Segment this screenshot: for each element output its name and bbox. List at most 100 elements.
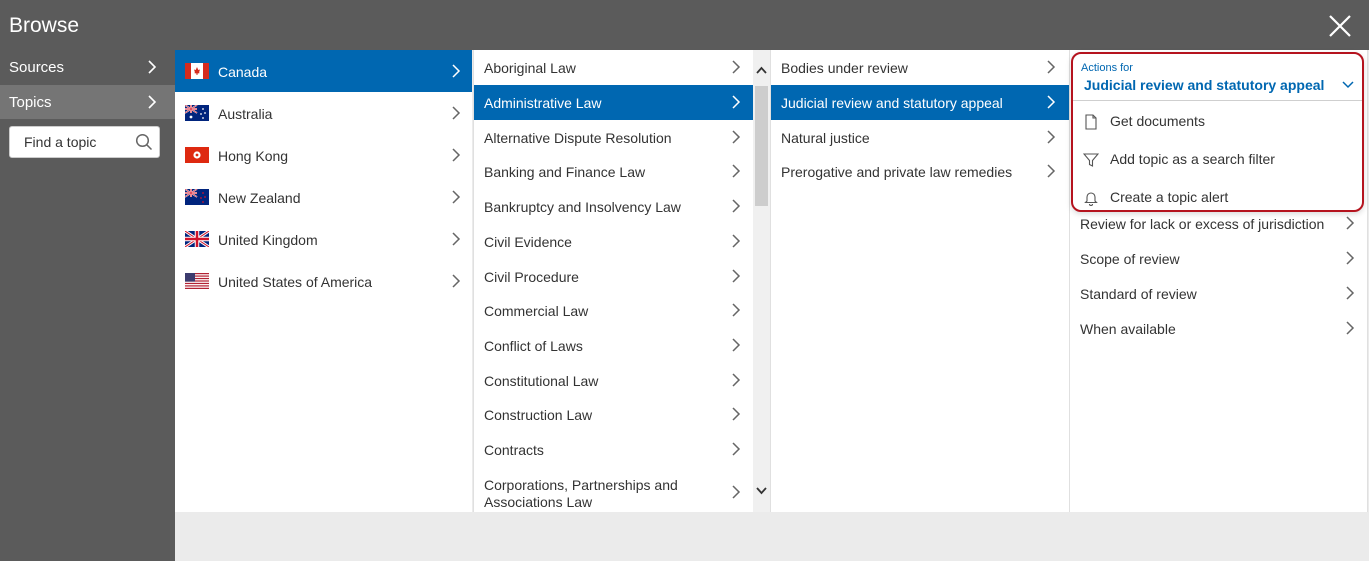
chevron-down-icon[interactable] — [1342, 80, 1354, 90]
nav-item-topics[interactable]: Topics — [0, 85, 175, 119]
topic-item[interactable]: Construction Law — [474, 400, 753, 435]
subtopic-item[interactable]: Judicial review and statutory appeal — [771, 85, 1069, 120]
action-label: Get documents — [1110, 113, 1205, 129]
chevron-right-icon — [148, 60, 157, 74]
empty-area — [175, 512, 1369, 561]
jurisdiction-item[interactable]: Australia — [175, 92, 472, 134]
chevron-right-icon — [1047, 60, 1056, 74]
topic-item[interactable]: Constitutional Law — [474, 365, 753, 400]
jurisdiction-item[interactable]: Hong Kong — [175, 134, 472, 176]
subtopic-list: Bodies under review Judicial review and … — [770, 50, 1069, 512]
topic-label: Administrative Law — [484, 95, 602, 111]
topic-label: Conflict of Laws — [484, 338, 583, 354]
jurisdiction-item[interactable]: United Kingdom — [175, 218, 472, 260]
find-topic-input[interactable] — [10, 127, 130, 157]
topic-search — [9, 126, 160, 158]
chevron-right-icon — [452, 190, 461, 204]
chevron-right-icon — [732, 303, 741, 317]
page-title: Browse — [9, 14, 80, 37]
jurisdiction-item[interactable]: New Zealand — [175, 176, 472, 218]
chevron-right-icon — [732, 199, 741, 213]
nav-item-label: Sources — [9, 59, 65, 76]
chevron-right-icon — [732, 130, 741, 144]
topic-label: Contracts — [484, 442, 544, 458]
subtopic-item[interactable]: Prerogative and private law remedies — [771, 155, 1069, 190]
topic-item[interactable]: Administrative Law — [474, 85, 753, 120]
canada-flag — [185, 63, 209, 79]
actions-topic-title: Judicial review and statutory appeal — [1084, 77, 1325, 93]
topic-label: Civil Evidence — [484, 234, 572, 250]
popup-divider — [1073, 100, 1362, 101]
topic-item[interactable]: Banking and Finance Law — [474, 155, 753, 190]
topic-label-line2: Associations Law — [484, 494, 593, 510]
get-documents-button[interactable]: Get documents — [1073, 104, 1362, 140]
australia-flag — [185, 105, 209, 121]
jurisdiction-item[interactable]: Canada — [175, 50, 472, 92]
chevron-right-icon — [452, 232, 461, 246]
topic-item[interactable]: Conflict of Laws — [474, 330, 753, 365]
action-label: Add topic as a search filter — [1110, 151, 1275, 167]
nav-item-label: Topics — [9, 94, 52, 111]
subsubtopic-item[interactable]: When available — [1070, 313, 1367, 348]
subtopic-item[interactable]: Natural justice — [771, 120, 1069, 155]
topic-list-scrollbar[interactable] — [753, 50, 770, 512]
actions-for-label: Actions for — [1081, 62, 1133, 74]
topic-item[interactable]: Bankruptcy and Insolvency Law — [474, 190, 753, 225]
new-zealand-flag — [185, 189, 209, 205]
chevron-right-icon — [732, 164, 741, 178]
scroll-down-icon[interactable] — [755, 484, 768, 497]
topic-label: Commercial Law — [484, 303, 589, 319]
topic-item[interactable]: Corporations, Partnerships and Associati… — [474, 470, 753, 512]
jurisdiction-label: Hong Kong — [218, 148, 289, 164]
chevron-right-icon — [732, 338, 741, 352]
subtopic-label: Natural justice — [781, 130, 870, 146]
action-label: Create a topic alert — [1110, 189, 1229, 205]
subtopic-label: Bodies under review — [781, 60, 908, 76]
bell-icon — [1084, 192, 1098, 206]
chevron-right-icon — [1346, 251, 1355, 265]
chevron-right-icon — [1346, 286, 1355, 300]
subtopic-label: Judicial review and statutory appeal — [781, 95, 1003, 111]
subsubtopic-item[interactable]: Standard of review — [1070, 278, 1367, 313]
chevron-right-icon — [1047, 130, 1056, 144]
topic-item[interactable]: Contracts — [474, 435, 753, 470]
chevron-right-icon — [732, 485, 741, 499]
topic-item[interactable]: Civil Procedure — [474, 260, 753, 295]
subsubtopic-label: Standard of review — [1080, 286, 1197, 302]
add-search-filter-button[interactable]: Add topic as a search filter — [1073, 142, 1362, 178]
topic-item[interactable]: Civil Evidence — [474, 225, 753, 260]
topic-label: Construction Law — [484, 407, 593, 423]
scroll-up-icon[interactable] — [755, 64, 768, 77]
jurisdiction-label: United States of America — [218, 274, 373, 290]
document-icon — [1085, 114, 1097, 130]
chevron-right-icon — [732, 95, 741, 109]
jurisdiction-label: Canada — [218, 64, 268, 80]
topic-item[interactable]: Commercial Law — [474, 295, 753, 330]
topic-item[interactable]: Alternative Dispute Resolution — [474, 120, 753, 155]
hong-kong-flag — [185, 147, 209, 163]
topic-label: Constitutional Law — [484, 373, 599, 389]
nav-item-sources[interactable]: Sources — [0, 50, 175, 84]
chevron-right-icon — [732, 373, 741, 387]
close-icon[interactable] — [1328, 14, 1352, 38]
topic-label: Corporations, Partnerships and — [484, 477, 678, 493]
jurisdiction-label: Australia — [218, 106, 273, 122]
topic-label: Bankruptcy and Insolvency Law — [484, 199, 681, 215]
subtopic-label: Prerogative and private law remedies — [781, 164, 1013, 180]
jurisdiction-label: New Zealand — [218, 190, 301, 206]
topic-label: Alternative Dispute Resolution — [484, 130, 672, 146]
search-icon[interactable] — [135, 133, 153, 151]
topic-label: Aboriginal Law — [484, 60, 576, 76]
jurisdiction-item[interactable]: United States of America — [175, 260, 472, 302]
scrollbar-thumb[interactable] — [755, 86, 768, 206]
jurisdiction-label: United Kingdom — [218, 232, 318, 248]
left-nav: Sources Topics — [0, 50, 175, 561]
subtopic-item[interactable]: Bodies under review — [771, 50, 1069, 85]
chevron-right-icon — [732, 407, 741, 421]
create-topic-alert-button[interactable]: Create a topic alert — [1073, 180, 1362, 216]
subsubtopic-label: Review for lack or excess of jurisdictio… — [1080, 216, 1325, 232]
subsubtopic-item[interactable]: Scope of review — [1070, 243, 1367, 278]
topic-item[interactable]: Aboriginal Law — [474, 50, 753, 85]
chevron-right-icon — [1346, 321, 1355, 335]
chevron-right-icon — [452, 64, 461, 78]
